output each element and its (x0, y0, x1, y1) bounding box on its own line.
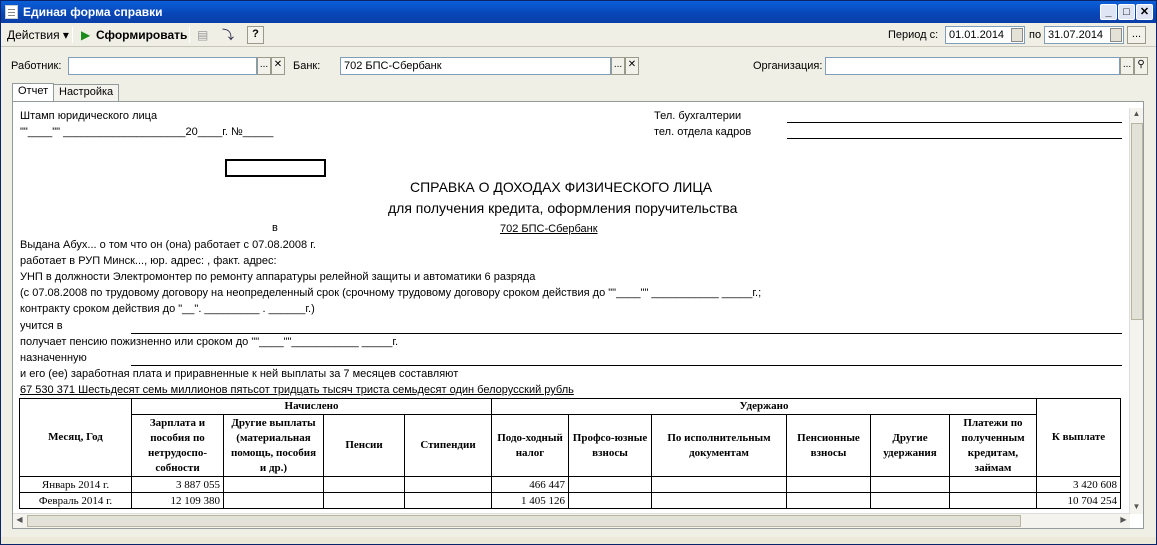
bank-clear-button[interactable]: ✕ (625, 57, 639, 75)
bank-label: Банк: (293, 60, 321, 72)
generate-button[interactable]: Сформировать (96, 26, 187, 44)
col-header: Другие выплаты (материальная помощь, пос… (223, 414, 324, 477)
period-to-label: по (1029, 29, 1042, 41)
search-icon[interactable]: ⚲ (1134, 57, 1148, 75)
month-cell: Январь 2014 г. (19, 476, 132, 493)
text-line: Выдана Абух... о том что он (она) работа… (20, 239, 316, 251)
withheld-header: Удержано (491, 398, 1037, 415)
text-line: учится в (20, 320, 63, 332)
tel-hr-label: тел. отдела кадров (654, 126, 752, 138)
tax-cell: 1 405 126 (491, 492, 569, 509)
table-row: Февраль 2014 г. 12 109 380 1 405 126 10 … (19, 492, 1121, 509)
window-title: Единая форма справки (23, 5, 163, 19)
pay-cell: 10 704 254 (1036, 492, 1121, 509)
col-header: Пенсии (323, 414, 405, 477)
col-header: Профсо-юзные взносы (568, 414, 652, 477)
help-button[interactable]: ? (247, 26, 264, 44)
in-label: в (272, 222, 278, 234)
period-from-label: Период с: (888, 29, 939, 41)
stamp-text: Штамп юридического лица (20, 110, 158, 122)
pay-cell: 3 420 608 (1036, 476, 1121, 493)
maximize-button[interactable]: □ (1118, 4, 1135, 20)
bank-select-button[interactable]: ... (611, 57, 625, 75)
text-line: УНП в должности Электромонтер по ремонту… (20, 271, 536, 283)
tel-accounting-label: Тел. бухгалтерии (654, 110, 742, 122)
col-header: По исполнительным документам (651, 414, 787, 477)
date-line: ""____"" ____________________20____г. №_… (20, 126, 274, 138)
report-title: СПРАВКА О ДОХОДАХ ФИЗИЧЕСКОГО ЛИЦА (410, 179, 713, 195)
main-window: Единая форма справки _ □ ✕ Действия ▾ ▶ … (0, 0, 1157, 545)
col-header: Платежи по полученным кредитам, займам (949, 414, 1037, 477)
col-header: Зарплата и пособия по нетрудоспо-собност… (131, 414, 224, 477)
text-line: и его (ее) заработная плата и приравненн… (20, 368, 459, 380)
stamp-box (225, 159, 326, 177)
scroll-thumb[interactable] (27, 515, 1021, 527)
worker-clear-button[interactable]: ✕ (271, 57, 285, 75)
salary-cell: 12 109 380 (131, 492, 224, 509)
scroll-thumb[interactable] (1131, 123, 1143, 320)
worker-field[interactable] (68, 57, 257, 75)
table-row: Январь 2014 г. 3 887 055 466 447 3 420 6… (19, 476, 1121, 493)
total-amount-text: 67 530 371 Шестьдесят семь миллионов пят… (20, 384, 574, 396)
text-line: контракту сроком действия до "__". _____… (20, 303, 315, 315)
month-header: Месяц, Год (19, 398, 132, 477)
organization-select-button[interactable]: ... (1120, 57, 1134, 75)
scroll-right-icon[interactable]: ▶ (1117, 514, 1130, 527)
status-bar (1, 537, 1156, 544)
tab-settings[interactable]: Настройка (53, 84, 120, 101)
bank-name-text: 702 БПС-Сбербанк (500, 223, 598, 235)
text-line: получает пенсию пожизненно или сроком до… (20, 336, 399, 348)
copy-icon[interactable]: ▤ (197, 26, 208, 44)
report-area[interactable]: Штамп юридического лица ""____"" _______… (12, 101, 1144, 529)
text-line: работает в РУП Минск..., юр. адрес: , фа… (20, 255, 277, 267)
goto-icon[interactable]: ⤵ (222, 26, 234, 44)
worker-label: Работник: (11, 60, 62, 72)
period-select-button[interactable]: ... (1127, 26, 1146, 44)
tax-cell: 466 447 (491, 476, 569, 493)
period-from-field[interactable]: 01.01.2014 (945, 26, 1025, 44)
calendar-icon[interactable] (1110, 28, 1122, 42)
toolbar: Действия ▾ ▶ Сформировать ▤ ⤵ ? Период с… (1, 23, 1156, 47)
to-pay-header: К выплате (1036, 398, 1121, 477)
scroll-down-icon[interactable]: ▼ (1130, 501, 1143, 514)
accrued-header: Начислено (131, 398, 492, 415)
organization-label: Организация: (753, 60, 823, 72)
report-subtitle: для получения кредита, оформления поручи… (388, 200, 738, 216)
period-to-field[interactable]: 31.07.2014 (1044, 26, 1124, 44)
vertical-scrollbar[interactable]: ▲ ▼ (1129, 108, 1143, 514)
title-bar: Единая форма справки _ □ ✕ (1, 1, 1156, 23)
col-header: Другие удержания (870, 414, 950, 477)
play-icon: ▶ (81, 28, 91, 42)
salary-cell: 3 887 055 (131, 476, 224, 493)
col-header: Пенсионные взносы (786, 414, 871, 477)
text-line: (с 07.08.2008 по трудовому договору на н… (20, 287, 762, 299)
bank-field[interactable]: 702 БПС-Сбербанк (340, 57, 611, 75)
text-line: назначенную (20, 352, 87, 364)
income-table: Месяц, Год Начислено Удержано К выплате … (19, 398, 1121, 509)
scroll-up-icon[interactable]: ▲ (1130, 108, 1143, 121)
col-header: Стипендии (404, 414, 492, 477)
organization-field[interactable] (825, 57, 1120, 75)
month-cell: Февраль 2014 г. (19, 492, 132, 509)
close-button[interactable]: ✕ (1136, 4, 1153, 20)
actions-menu[interactable]: Действия ▾ (7, 26, 69, 44)
scroll-left-icon[interactable]: ◀ (13, 514, 26, 527)
calendar-icon[interactable] (1011, 28, 1023, 42)
tab-report[interactable]: Отчет (12, 83, 55, 101)
form-icon (5, 5, 18, 19)
horizontal-scrollbar[interactable]: ◀ ▶ (13, 513, 1130, 528)
minimize-button[interactable]: _ (1100, 4, 1117, 20)
col-header: Подо-ходный налог (491, 414, 569, 477)
worker-select-button[interactable]: ... (257, 57, 271, 75)
